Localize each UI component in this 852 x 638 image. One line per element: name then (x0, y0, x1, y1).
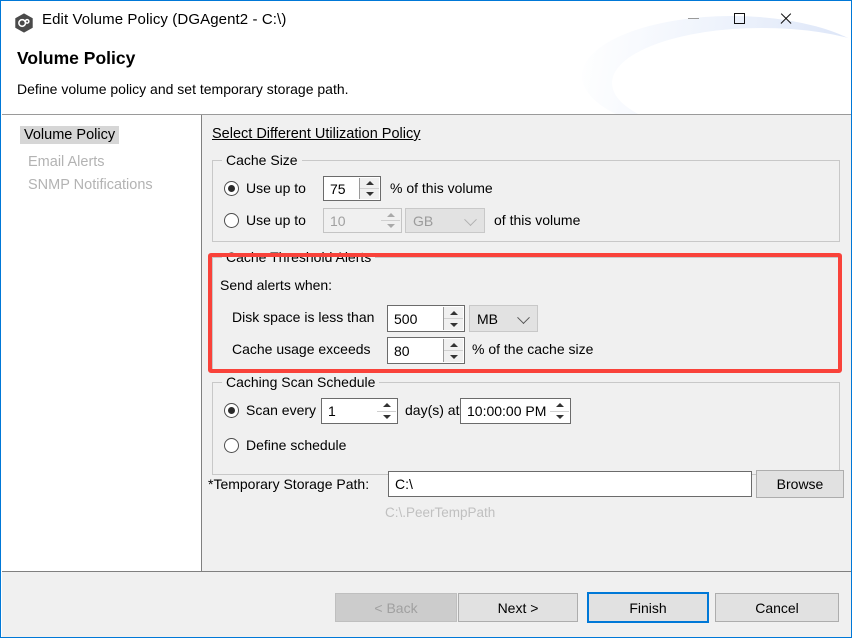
finish-button[interactable]: Finish (587, 592, 709, 623)
cache-usage-threshold-spinner[interactable]: 80 (387, 337, 465, 364)
disk-space-spin-up[interactable] (444, 307, 463, 319)
radio-use-up-to-absolute[interactable] (224, 213, 239, 228)
scan-time-spinner[interactable]: 10:00:00 PM (460, 398, 571, 424)
disk-space-threshold-value: 500 (394, 310, 418, 327)
temporary-storage-path-value: C:\ (395, 476, 413, 492)
scan-time-spin-down[interactable] (550, 412, 569, 423)
scan-time-spin-buttons[interactable] (550, 400, 569, 422)
disk-space-spin-buttons[interactable] (443, 307, 463, 330)
label-use-up-to-percent: Use up to (246, 180, 306, 196)
radio-define-schedule[interactable] (224, 438, 239, 453)
radio-use-up-to-percent[interactable] (224, 181, 239, 196)
sidebar-item-volume-policy[interactable]: Volume Policy (20, 126, 120, 144)
scan-interval-spin-buttons[interactable] (377, 400, 396, 422)
disk-space-unit-value: MB (477, 310, 498, 327)
cache-percent-spin-buttons[interactable] (359, 178, 379, 199)
cache-absolute-spin-up[interactable] (381, 210, 400, 221)
cache-percent-value: 75 (330, 180, 346, 197)
cache-size-legend: Cache Size (222, 152, 302, 168)
title-bar: Edit Volume Policy (DGAgent2 - C:\) (2, 2, 851, 138)
window-title: Edit Volume Policy (DGAgent2 - C:\) (42, 11, 287, 28)
cache-threshold-alerts-legend: Cache Threshold Alerts (222, 249, 376, 265)
back-button[interactable]: < Back (335, 593, 457, 622)
cache-absolute-spin-down[interactable] (381, 221, 400, 231)
next-button[interactable]: Next > (458, 593, 578, 622)
cache-usage-spin-down[interactable] (444, 351, 463, 362)
label-cache-usage-exceeds: Cache usage exceeds (232, 341, 371, 357)
radio-scan-every[interactable] (224, 403, 239, 418)
scan-interval-spin-down[interactable] (377, 412, 396, 423)
maximize-icon (733, 12, 745, 24)
cache-unit-value: GB (413, 212, 434, 229)
cache-absolute-spinner[interactable]: 10 (323, 208, 402, 233)
select-utilization-policy-link[interactable]: Select Different Utilization Policy (212, 126, 420, 142)
cache-percent-spin-up[interactable] (360, 178, 379, 189)
cache-usage-spin-buttons[interactable] (443, 339, 463, 362)
close-button[interactable] (762, 3, 808, 33)
cache-size-group: Cache Size (212, 152, 840, 242)
content-panel: Select Different Utilization Policy Cach… (202, 115, 851, 571)
close-icon (779, 12, 792, 25)
cache-usage-spin-up[interactable] (444, 339, 463, 351)
label-of-this-volume: of this volume (494, 212, 581, 228)
chevron-down-icon (517, 310, 530, 324)
label-use-up-to-absolute: Use up to (246, 212, 306, 228)
page-subtitle: Define volume policy and set temporary s… (17, 81, 349, 97)
send-alerts-when-label: Send alerts when: (220, 277, 333, 293)
disk-space-spin-down[interactable] (444, 319, 463, 330)
label-temporary-storage-path: *Temporary Storage Path: (208, 476, 370, 492)
label-scan-every: Scan every (246, 402, 317, 418)
minimize-icon (687, 17, 699, 19)
cache-percent-spin-down[interactable] (360, 189, 379, 199)
page-title: Volume Policy (17, 48, 136, 68)
cancel-button[interactable]: Cancel (715, 593, 839, 622)
minimize-button[interactable] (670, 3, 716, 33)
cache-absolute-spin-buttons[interactable] (381, 210, 400, 231)
app-hex-icon (15, 13, 33, 33)
maximize-button[interactable] (716, 3, 762, 33)
scan-interval-spin-up[interactable] (377, 400, 396, 412)
label-percent-of-cache-size: % of the cache size (472, 341, 594, 357)
cache-unit-dropdown[interactable]: GB (405, 208, 485, 233)
scan-time-spin-up[interactable] (550, 400, 569, 412)
cache-usage-threshold-value: 80 (394, 342, 410, 359)
edit-volume-policy-window: Edit Volume Policy (DGAgent2 - C:\) Volu… (0, 0, 852, 638)
label-days-at: day(s) at (405, 402, 460, 418)
chevron-down-icon (464, 212, 477, 226)
scan-interval-value: 1 (328, 403, 336, 419)
disk-space-threshold-spinner[interactable]: 500 (387, 305, 465, 332)
browse-button[interactable]: Browse (756, 470, 844, 498)
cache-absolute-value: 10 (330, 212, 346, 229)
temporary-storage-path-input[interactable]: C:\ (388, 471, 752, 497)
sidebar-item-email-alerts[interactable]: Email Alerts (24, 153, 109, 171)
cache-percent-spinner[interactable]: 75 (323, 176, 381, 201)
sidebar-item-snmp-notifications[interactable]: SNMP Notifications (24, 176, 157, 194)
temporary-storage-path-hint: C:\.PeerTempPath (385, 505, 496, 520)
caching-scan-schedule-group: Caching Scan Schedule (212, 374, 840, 475)
scan-time-value: 10:00:00 PM (467, 403, 547, 419)
footer: < Back Next > Finish Cancel (2, 572, 851, 637)
label-disk-space-less-than: Disk space is less than (232, 309, 375, 325)
label-percent-of-volume: % of this volume (390, 180, 493, 196)
label-define-schedule: Define schedule (246, 437, 347, 453)
disk-space-unit-dropdown[interactable]: MB (469, 305, 538, 332)
caching-scan-schedule-legend: Caching Scan Schedule (222, 374, 380, 390)
scan-interval-spinner[interactable]: 1 (321, 398, 398, 424)
sidebar: Volume Policy Email Alerts SNMP Notifica… (2, 115, 201, 571)
